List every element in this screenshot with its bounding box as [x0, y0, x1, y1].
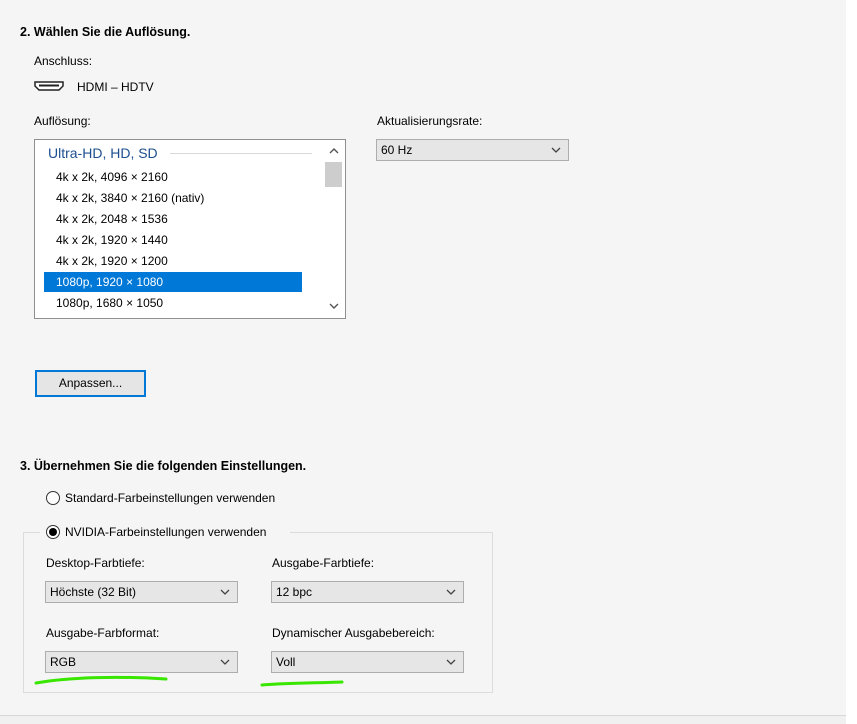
connection-value: HDMI – HDTV [77, 80, 154, 94]
group-divider [170, 153, 312, 154]
desktop-depth-select[interactable]: Höchste (32 Bit) [45, 581, 238, 603]
chevron-down-icon [220, 659, 230, 665]
output-depth-label: Ausgabe-Farbtiefe: [272, 556, 375, 570]
dynamic-range-value: Voll [276, 655, 296, 669]
output-format-value: RGB [50, 655, 77, 669]
output-depth-select[interactable]: 12 bpc [271, 581, 464, 603]
resolution-item[interactable]: 4k x 2k, 1920 × 1440 [44, 230, 302, 250]
window-edge [846, 0, 857, 724]
scroll-down-icon[interactable] [324, 299, 344, 316]
resolution-listbox[interactable]: Ultra-HD, HD, SD 4k x 2k, 4096 × 2160 4k… [34, 139, 346, 319]
connection-label: Anschluss: [34, 54, 93, 68]
desktop-depth-value: Höchste (32 Bit) [50, 585, 137, 599]
annotation-underline-voll [260, 680, 344, 687]
refresh-rate-label: Aktualisierungsrate: [377, 114, 483, 128]
resolution-item[interactable]: 4k x 2k, 3840 × 2160 (nativ) [44, 188, 302, 208]
resolution-item[interactable]: 4k x 2k, 2048 × 1536 [44, 209, 302, 229]
resolution-item-selected[interactable]: 1080p, 1920 × 1080 [44, 272, 302, 292]
chevron-down-icon [446, 659, 456, 665]
section-2-heading: 2. Wählen Sie die Auflösung. [20, 25, 191, 39]
dynamic-range-label: Dynamischer Ausgabebereich: [272, 626, 435, 640]
scroll-thumb[interactable] [325, 162, 342, 187]
resolution-item[interactable]: 4k x 2k, 1920 × 1200 [44, 251, 302, 271]
refresh-rate-value: 60 Hz [381, 143, 413, 157]
chevron-down-icon [551, 147, 561, 153]
resolution-label: Auflösung: [34, 114, 91, 128]
desktop-depth-label: Desktop-Farbtiefe: [46, 556, 145, 570]
chevron-down-icon [220, 589, 230, 595]
output-format-label: Ausgabe-Farbformat: [46, 626, 160, 640]
scroll-up-icon[interactable] [324, 144, 344, 161]
chevron-down-icon [446, 589, 456, 595]
output-depth-value: 12 bpc [276, 585, 313, 599]
refresh-rate-select[interactable]: 60 Hz [376, 139, 569, 161]
radio-default-colors[interactable] [46, 491, 60, 505]
radio-nvidia-colors[interactable] [46, 525, 60, 539]
dynamic-range-select[interactable]: Voll [271, 651, 464, 673]
radio-default-label: Standard-Farbeinstellungen verwenden [65, 491, 276, 505]
section-3-heading: 3. Übernehmen Sie die folgenden Einstell… [20, 459, 307, 473]
annotation-underline-rgb [34, 675, 168, 685]
resolution-item[interactable]: 4k x 2k, 4096 × 2160 [44, 167, 302, 187]
customize-button[interactable]: Anpassen... [35, 370, 146, 397]
resolution-item[interactable]: 1080p, 1680 × 1050 [44, 293, 302, 313]
resolution-scrollbar[interactable] [324, 141, 344, 317]
hdmi-icon [34, 81, 64, 91]
radio-nvidia-label: NVIDIA-Farbeinstellungen verwenden [65, 525, 267, 539]
